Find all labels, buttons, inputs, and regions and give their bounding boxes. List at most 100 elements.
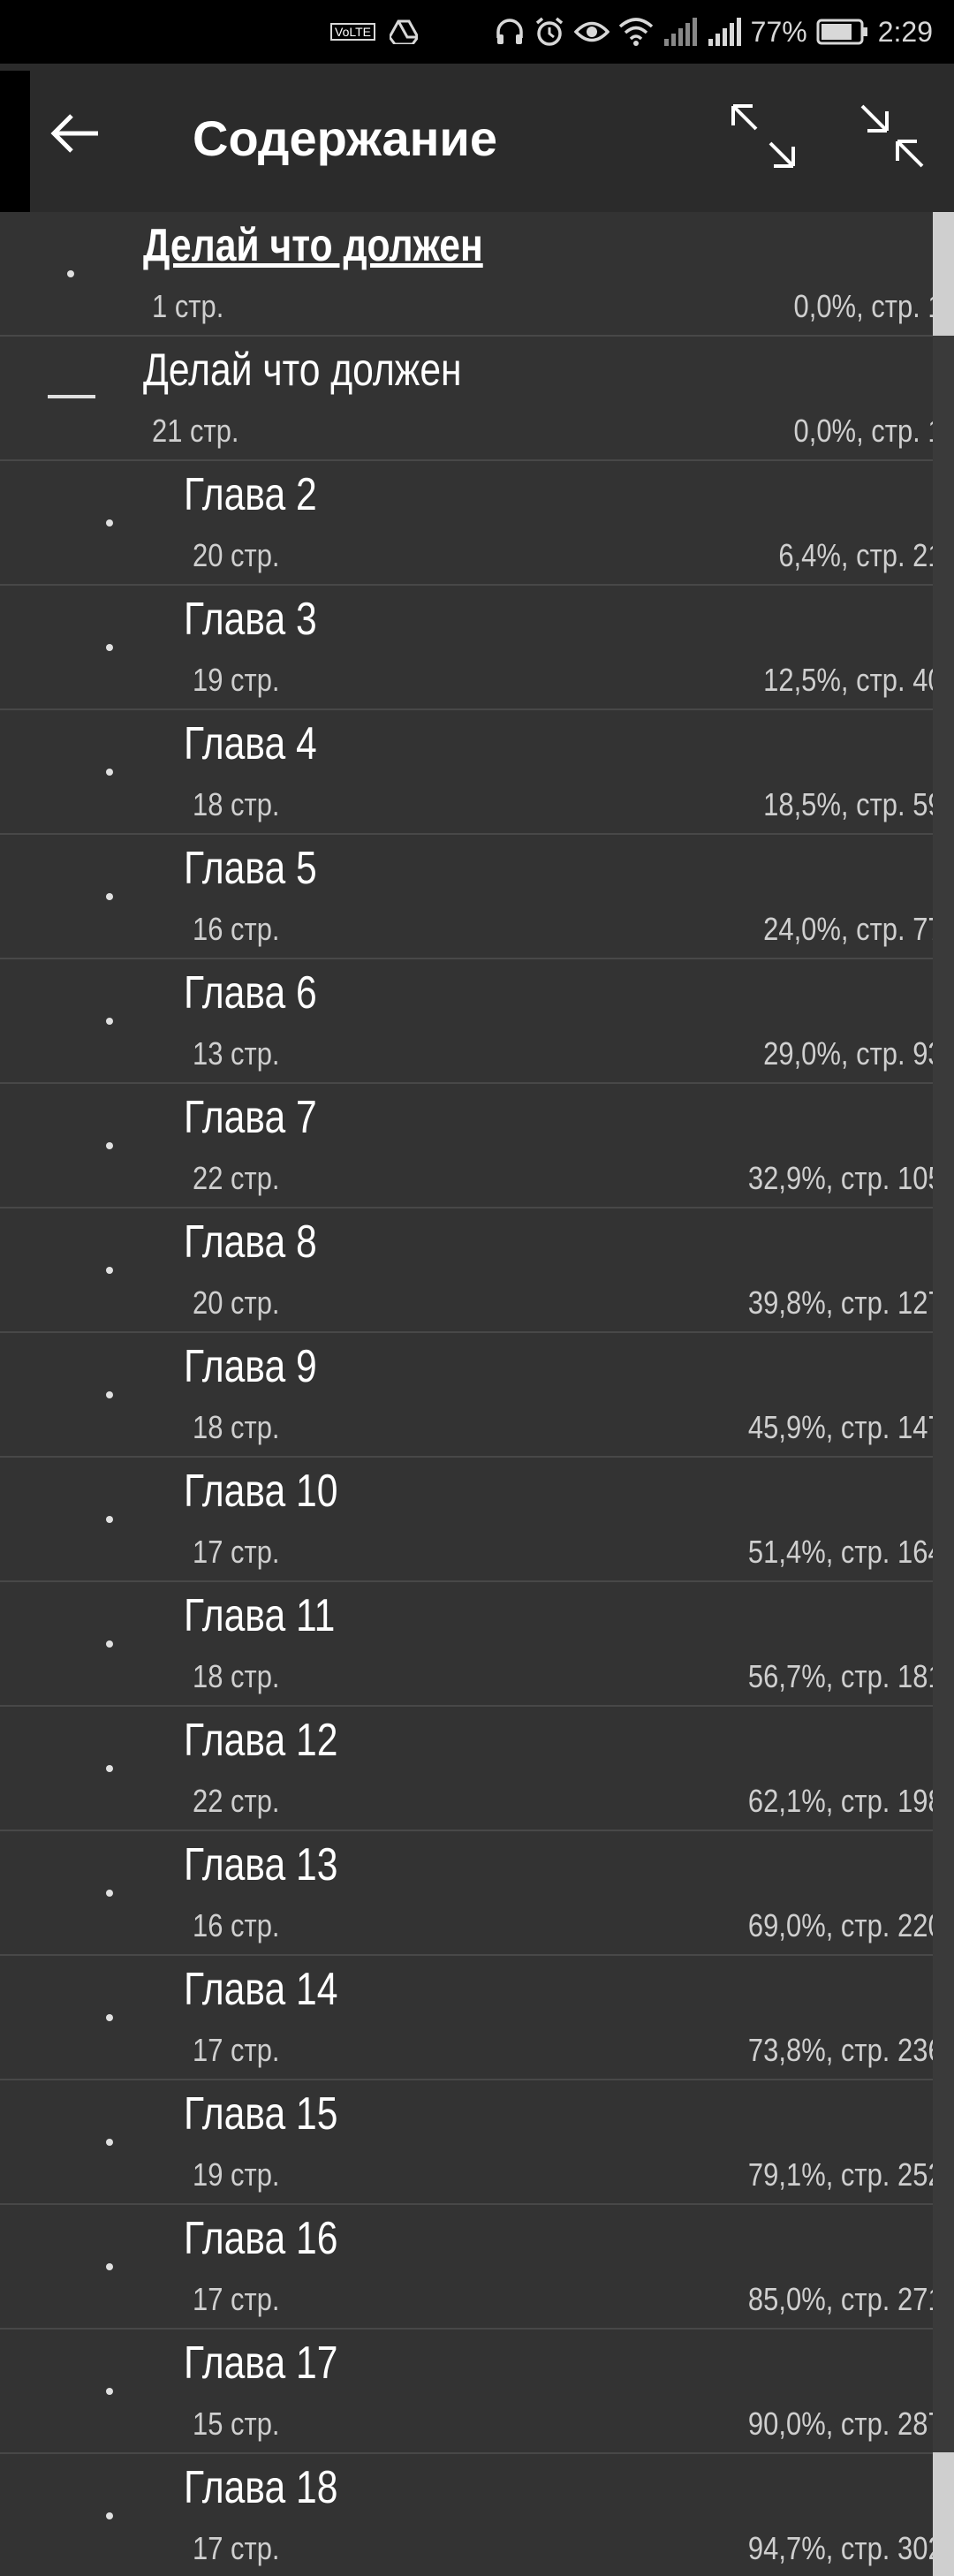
toc-item-pages: 20 стр.: [193, 537, 280, 573]
eye-icon: [573, 19, 610, 45]
toc-item-position: 39,8%, стр. 127: [748, 1284, 943, 1321]
toc-item-pages: 17 стр.: [193, 2281, 280, 2317]
toc-item-pages: 18 стр.: [193, 1409, 280, 1445]
toc-item-title: Делай что должен: [143, 345, 462, 396]
status-left-icons: VoLTE: [330, 0, 418, 64]
toc-item-position: 79,1%, стр. 252: [748, 2156, 943, 2193]
toc-item-title: Глава 9: [184, 1341, 317, 1392]
bullet-icon: [106, 893, 113, 900]
bullet-icon: [106, 1765, 113, 1772]
status-right-icons: 77% 2:29: [495, 0, 933, 64]
toc-item[interactable]: Глава 14 17 стр. 73,8%, стр. 236: [0, 1956, 954, 2080]
drive-icon: [390, 19, 418, 44]
toc-item-position: 0,0%, стр. 1: [793, 288, 943, 324]
toc-list[interactable]: Делай что должен 1 стр. 0,0%, стр. 1 Делай …: [0, 212, 954, 2576]
expand-all-icon: [730, 102, 797, 174]
bullet-icon: [106, 2512, 113, 2519]
toc-item-pages: 16 стр.: [193, 911, 280, 947]
toc-item-pages: 17 стр.: [193, 2032, 280, 2068]
volte-icon: VoLTE: [330, 23, 375, 41]
toc-item[interactable]: Глава 17 15 стр. 90,0%, стр. 287: [0, 2330, 954, 2454]
toc-item-title: Глава 2: [184, 469, 317, 520]
collapse-all-icon: [859, 102, 926, 174]
toc-item[interactable]: Глава 16 17 стр. 85,0%, стр. 271: [0, 2205, 954, 2330]
scrollbar-track[interactable]: [933, 212, 954, 2576]
toc-item-pages: 22 стр.: [193, 1160, 280, 1196]
bullet-icon: [106, 519, 113, 527]
toc-item[interactable]: Глава 4 18 стр. 18,5%, стр. 59: [0, 710, 954, 835]
toc-item-title: Делай что должен: [143, 220, 483, 271]
arrow-left-icon: [50, 112, 100, 159]
toc-item[interactable]: Глава 12 22 стр. 62,1%, стр. 198: [0, 1707, 954, 1831]
toc-item-title: Глава 11: [184, 1590, 336, 1641]
toc-item[interactable]: Глава 3 19 стр. 12,5%, стр. 40: [0, 586, 954, 710]
toc-item-title: Глава 3: [184, 594, 317, 645]
toc-item[interactable]: Глава 15 19 стр. 79,1%, стр. 252: [0, 2080, 954, 2205]
expand-all-button[interactable]: [721, 95, 806, 180]
toc-item[interactable]: Глава 11 18 стр. 56,7%, стр. 181: [0, 1582, 954, 1707]
toc-item[interactable]: Делай что должен 1 стр. 0,0%, стр. 1: [0, 212, 954, 337]
signal-icon-1: [662, 18, 698, 46]
toc-item-title: Глава 12: [184, 1715, 338, 1766]
toolbar: Содержание: [0, 64, 954, 214]
toc-item[interactable]: Глава 13 16 стр. 69,0%, стр. 220: [0, 1831, 954, 1956]
toc-item-title: Глава 7: [184, 1092, 317, 1143]
collapse-all-button[interactable]: [850, 95, 935, 180]
toc-item-pages: 13 стр.: [193, 1035, 280, 1072]
toc-item-position: 73,8%, стр. 236: [748, 2032, 943, 2068]
toc-item[interactable]: Глава 5 16 стр. 24,0%, стр. 77: [0, 835, 954, 959]
bullet-icon: [106, 2263, 113, 2270]
toc-item[interactable]: Глава 2 20 стр. 6,4%, стр. 21: [0, 461, 954, 586]
toc-item-position: 51,4%, стр. 164: [748, 1534, 943, 1570]
toc-item-pages: 17 стр.: [193, 1534, 280, 1570]
toc-item-position: 85,0%, стр. 271: [748, 2281, 943, 2317]
battery-icon: [816, 19, 869, 45]
toc-item-pages: 1 стр.: [152, 288, 224, 324]
scrollbar-thumb[interactable]: [933, 212, 954, 336]
toc-item-position: 6,4%, стр. 21: [778, 537, 943, 573]
bullet-icon: [106, 1018, 113, 1025]
toc-item[interactable]: Глава 10 17 стр. 51,4%, стр. 164: [0, 1458, 954, 1582]
toc-item-pages: 18 стр.: [193, 786, 280, 822]
toc-item-pages: 15 стр.: [193, 2406, 280, 2442]
toc-item-pages: 16 стр.: [193, 1907, 280, 1943]
toc-item[interactable]: Глава 9 18 стр. 45,9%, стр. 147: [0, 1333, 954, 1458]
bullet-icon: [106, 1267, 113, 1274]
page-title: Содержание: [193, 110, 497, 166]
bullet-icon: [106, 1640, 113, 1648]
bullet-icon: [106, 1391, 113, 1398]
bullet-icon: [106, 2014, 113, 2021]
headphones-icon: [495, 17, 525, 47]
toc-item-position: 18,5%, стр. 59: [763, 786, 943, 822]
toc-item-title: Глава 10: [184, 1466, 338, 1517]
toc-item-title: Глава 4: [184, 718, 317, 769]
bullet-icon: [106, 1890, 113, 1897]
toc-item[interactable]: Глава 18 17 стр. 94,7%, стр. 302: [0, 2454, 954, 2576]
toc-item-pages: 20 стр.: [193, 1284, 280, 1321]
toc-item[interactable]: Глава 7 22 стр. 32,9%, стр. 105: [0, 1084, 954, 1208]
toc-item-title: Глава 6: [184, 967, 317, 1019]
toc-item-pages: 18 стр.: [193, 1658, 280, 1694]
bullet-icon: [106, 2139, 113, 2146]
battery-percent: 77%: [750, 15, 807, 48]
toc-item[interactable]: Глава 6 13 стр. 29,0%, стр. 93: [0, 959, 954, 1084]
bullet-icon: [106, 1516, 113, 1523]
signal-icon-2: [707, 18, 742, 46]
toc-item-title: Глава 18: [184, 2462, 338, 2513]
toc-item-position: 29,0%, стр. 93: [763, 1035, 943, 1072]
toc-item[interactable]: Глава 8 20 стр. 39,8%, стр. 127: [0, 1208, 954, 1333]
toc-item[interactable]: Делай что должен 21 стр. 0,0%, стр. 1: [0, 337, 954, 461]
toc-item-title: Глава 5: [184, 843, 317, 894]
expanded-marker-icon[interactable]: [48, 395, 95, 398]
decorative-shadow: [0, 71, 30, 230]
toc-item-title: Глава 15: [184, 2088, 338, 2140]
bullet-icon: [67, 270, 74, 277]
scrollbar-thumb-bottom[interactable]: [933, 2452, 954, 2576]
toc-item-position: 45,9%, стр. 147: [748, 1409, 943, 1445]
back-button[interactable]: [35, 95, 115, 175]
bullet-icon: [106, 769, 113, 776]
toc-item-title: Глава 8: [184, 1216, 317, 1268]
status-bar: VoLTE 77% 2:29: [0, 0, 954, 64]
toc-item-position: 62,1%, стр. 198: [748, 1783, 943, 1819]
toc-item-position: 32,9%, стр. 105: [748, 1160, 943, 1196]
